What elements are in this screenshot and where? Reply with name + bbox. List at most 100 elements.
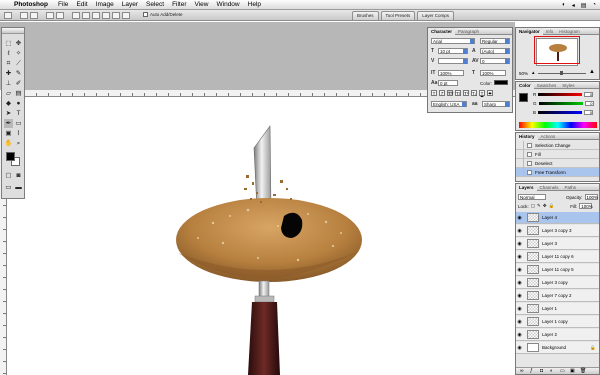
green-value[interactable]: 0 (584, 101, 594, 106)
link-layers-icon[interactable]: ∞ (520, 368, 524, 374)
faux-bold-button[interactable]: T (431, 90, 437, 96)
rounded-rect-button[interactable] (82, 12, 90, 19)
leading-field[interactable]: (Auto) (480, 48, 510, 54)
menu-select[interactable]: Select (146, 1, 164, 8)
pen-tool-button[interactable] (46, 12, 54, 19)
lock-transparency-icon[interactable]: ▢ (531, 203, 535, 209)
layer-row[interactable]: ◉ Layer 3 copy (516, 277, 599, 289)
type-tool-icon[interactable]: T (14, 109, 23, 118)
menu-layer[interactable]: Layer (122, 1, 138, 8)
dodge-tool-icon[interactable]: ● (14, 99, 23, 108)
shape-tool-icon[interactable]: ▭ (14, 119, 23, 128)
strikethrough-button[interactable]: T (487, 90, 493, 96)
full-screen-mode-icon[interactable]: ▬ (14, 183, 23, 192)
superscript-button[interactable]: T¹ (463, 90, 469, 96)
status-icon[interactable]: ◐ (562, 2, 566, 8)
history-item[interactable]: Selection Change (516, 140, 599, 150)
kerning-field[interactable] (438, 58, 468, 64)
adjustment-layer-icon[interactable]: ◐ (550, 368, 553, 374)
layer-row[interactable]: ◉ Layer 1 (516, 303, 599, 315)
rectangle-shape-button[interactable] (72, 12, 80, 19)
menu-image[interactable]: Image (96, 1, 114, 8)
red-slider[interactable] (538, 93, 583, 96)
healing-brush-icon[interactable]: ✚ (4, 69, 13, 78)
font-style-select[interactable]: Regular (480, 38, 510, 44)
polygon-button[interactable] (102, 12, 110, 19)
history-item[interactable]: Deselect (516, 158, 599, 168)
navigator-zoom-value[interactable]: 50% (519, 71, 528, 76)
blue-value[interactable]: 0 (584, 110, 594, 115)
auto-add-delete-option[interactable]: Auto Add/Delete (143, 12, 183, 17)
eraser-tool-icon[interactable]: ▱ (4, 89, 13, 98)
lock-position-icon[interactable]: ✥ (543, 203, 547, 209)
pen-tool-icon[interactable]: ✒ (4, 119, 13, 128)
baseline-shift-field[interactable]: 0 pt (438, 80, 458, 86)
tab-color[interactable]: Color (516, 82, 534, 89)
tab-actions[interactable]: Actions (538, 133, 559, 140)
freeform-pen-button[interactable] (56, 12, 64, 19)
layer-row-background[interactable]: ◉ Background 🔒 (516, 342, 599, 354)
eye-icon[interactable]: ◉ (516, 293, 523, 299)
layer-row[interactable]: ◉ Layer 3 (516, 238, 599, 250)
eye-icon[interactable]: ◉ (516, 319, 523, 325)
history-item[interactable]: Fill (516, 149, 599, 159)
faux-italic-button[interactable]: T (439, 90, 445, 96)
lock-all-icon[interactable]: 🔒 (549, 203, 555, 209)
clone-stamp-icon[interactable]: ⊥ (4, 79, 13, 88)
subscript-button[interactable]: T₁ (471, 90, 477, 96)
clock-icon[interactable]: ◔ (592, 2, 596, 8)
new-group-icon[interactable]: ▭ (560, 368, 565, 374)
menu-photoshop[interactable]: Photoshop (14, 1, 48, 8)
eye-icon[interactable]: ◉ (516, 241, 523, 247)
zoom-in-icon[interactable]: ▲ (589, 69, 595, 75)
new-layer-icon[interactable]: ▣ (570, 368, 575, 374)
eyedropper-tool-icon[interactable]: ⌇ (14, 129, 23, 138)
paths-button[interactable] (30, 12, 38, 19)
green-slider[interactable] (538, 102, 583, 105)
layer-row[interactable]: ◉ Layer 11 copy 6 (516, 251, 599, 263)
eye-icon[interactable]: ◉ (516, 306, 523, 312)
tool-preset-picker[interactable] (4, 12, 12, 19)
custom-shape-button[interactable] (122, 12, 130, 19)
text-color-swatch[interactable] (494, 80, 508, 85)
blue-slider[interactable] (538, 111, 583, 114)
layer-row[interactable]: ◉ Layer 7 copy 2 (516, 290, 599, 302)
red-value[interactable]: 0 (584, 92, 594, 97)
history-item-active[interactable]: Free Transform (516, 167, 599, 177)
layer-style-icon[interactable]: ƒ (530, 368, 533, 374)
tab-navigator[interactable]: Navigator (516, 28, 543, 35)
gradient-tool-icon[interactable]: ▤ (14, 89, 23, 98)
tab-character[interactable]: Character (428, 28, 456, 35)
fill-field[interactable]: 100% (579, 203, 593, 209)
standard-mode-icon[interactable]: ▢ (4, 171, 13, 180)
color-spectrum-bar[interactable] (519, 122, 597, 128)
path-select-icon[interactable]: ➤ (4, 109, 13, 118)
layer-row[interactable]: ◉ Layer 11 copy 5 (516, 264, 599, 276)
underline-button[interactable]: T (479, 90, 485, 96)
auto-add-delete-checkbox[interactable] (143, 12, 148, 17)
menu-view[interactable]: View (195, 1, 209, 8)
slice-tool-icon[interactable]: ⟋ (14, 59, 23, 68)
move-tool-icon[interactable]: ✥ (14, 39, 23, 48)
vertical-scale-field[interactable]: 100% (438, 70, 464, 76)
quickmask-mode-icon[interactable]: ◙ (14, 171, 23, 180)
tools-palette-title[interactable] (2, 28, 24, 34)
lasso-tool-icon[interactable]: ℓ (4, 49, 13, 58)
brush-tool-icon[interactable]: ✎ (14, 69, 23, 78)
color-panel-foreground-swatch[interactable] (519, 93, 528, 102)
antialias-select[interactable]: Sharp (482, 101, 510, 107)
hand-tool-icon[interactable]: ✋ (4, 139, 13, 148)
layer-row[interactable]: ◉ Layer 2 (516, 329, 599, 341)
language-select[interactable]: English: USA (431, 101, 467, 107)
menu-filter[interactable]: Filter (172, 1, 186, 8)
tab-paths[interactable]: Paths (562, 184, 580, 191)
layer-mask-icon[interactable]: ◘ (540, 368, 543, 374)
tab-history[interactable]: History (516, 133, 538, 140)
well-tab-layer-comps[interactable]: Layer Comps (417, 11, 455, 20)
eye-icon[interactable]: ◉ (516, 254, 523, 260)
magic-wand-tool-icon[interactable]: ✧ (14, 49, 23, 58)
layer-row[interactable]: ◉ Layer 4 (516, 212, 599, 224)
well-tab-brushes[interactable]: Brushes (352, 11, 379, 20)
layer-row[interactable]: ◉ Layer 1 copy (516, 316, 599, 328)
menu-window[interactable]: Window (217, 1, 240, 8)
